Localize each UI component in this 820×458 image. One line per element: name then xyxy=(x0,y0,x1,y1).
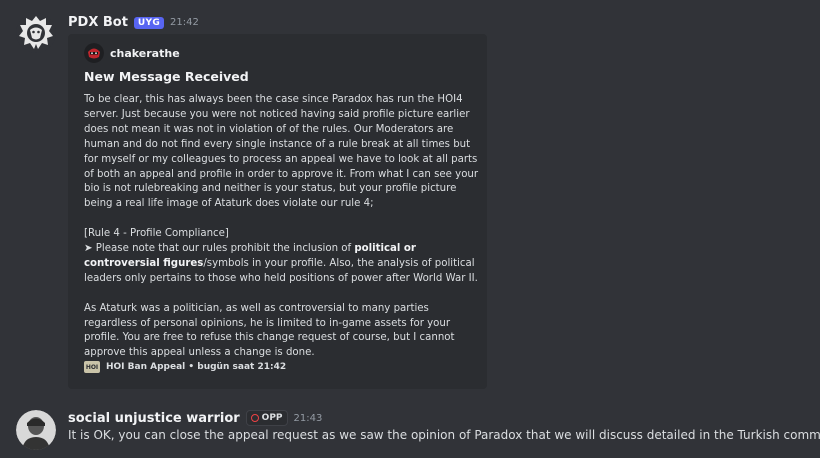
bot-badge: UYG xyxy=(133,16,165,29)
timestamp[interactable]: 21:42 xyxy=(170,17,199,28)
message-header: PDX Bot UYG 21:42 xyxy=(68,15,199,30)
lion-logo-icon xyxy=(16,13,56,53)
embed-footer: HOI HOI Ban Appeal • bugün saat 21:42 xyxy=(84,361,286,373)
opp-icon xyxy=(250,414,259,422)
footer-text: HOI Ban Appeal • bugün saat 21:42 xyxy=(106,362,287,372)
username[interactable]: social unjustice warrior xyxy=(68,411,240,426)
message-header: social unjustice warrior OPP 21:43 xyxy=(68,410,322,426)
embed-title: New Message Received xyxy=(84,69,249,84)
role-badge: OPP xyxy=(245,410,288,426)
author-avatar-icon xyxy=(84,43,104,63)
embed-author-name[interactable]: chakerathe xyxy=(110,47,180,60)
message-pdx-bot: PDX Bot UYG 21:42 chakerathe New Message… xyxy=(0,0,820,400)
message-text: It is OK, you can close the appeal reque… xyxy=(68,428,820,442)
embed-author: chakerathe xyxy=(84,43,180,63)
rule-heading: [Rule 4 - Profile Compliance] xyxy=(84,228,229,240)
message-user: social unjustice warrior OPP 21:43 It is… xyxy=(0,400,820,458)
username[interactable]: PDX Bot xyxy=(68,15,128,30)
paragraph-1: To be clear, this has always been the ca… xyxy=(84,94,479,210)
embed-card: chakerathe New Message Received To be cl… xyxy=(68,34,487,389)
timestamp[interactable]: 21:43 xyxy=(294,413,323,424)
hoi-icon: HOI xyxy=(84,361,100,373)
embed-description: To be clear, this has always been the ca… xyxy=(84,93,479,361)
pdx-bot-avatar[interactable] xyxy=(16,13,56,53)
paragraph-3: As Ataturk was a politician, as well as … xyxy=(84,302,455,359)
user-avatar[interactable] xyxy=(16,410,56,450)
rule-text: ➤ Please note that our rules prohibit th… xyxy=(84,243,478,284)
